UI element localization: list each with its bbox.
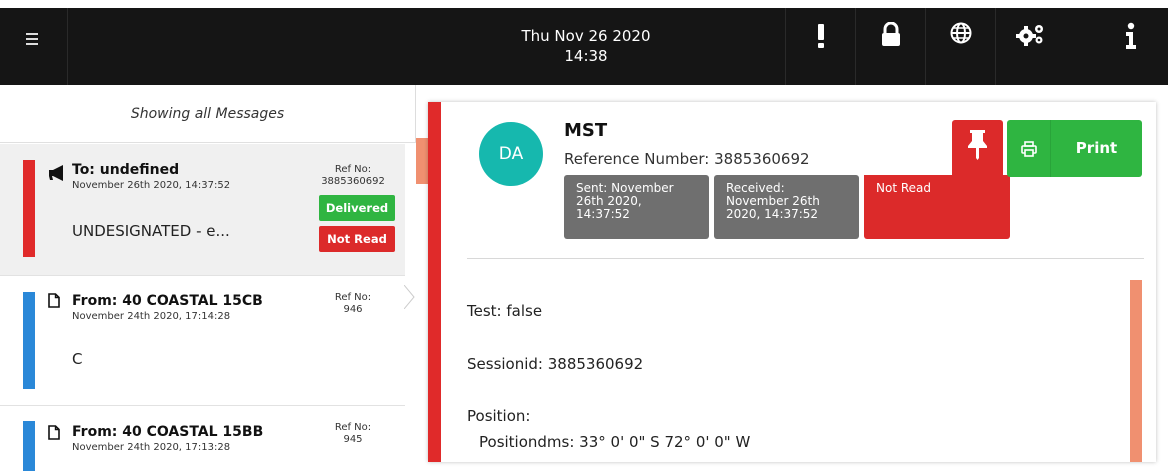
document-icon <box>48 425 60 440</box>
ref-label: Ref No: <box>334 292 372 303</box>
info-icon <box>1125 22 1136 49</box>
reference-number: Reference Number: 3885360692 <box>564 150 810 168</box>
settings-icon <box>1015 25 1043 46</box>
message-timestamp: November 26th 2020, 14:37:52 <box>72 180 231 191</box>
message-preview: UNDESIGNATED - e... <box>72 222 230 240</box>
list-item[interactable]: To: undefined November 26th 2020, 14:37:… <box>0 144 405 276</box>
top-bar: Thu Nov 26 2020 14:38 <box>0 8 1168 85</box>
message-color-bar <box>23 421 35 471</box>
message-preview: C <box>72 350 83 368</box>
ref-label: Ref No: <box>334 422 372 433</box>
delivered-badge: Delivered <box>319 195 395 221</box>
ref-value: 3885360692 <box>321 176 385 187</box>
message-color-bar <box>23 160 35 257</box>
message-timestamp: November 24th 2020, 17:14:28 <box>72 311 231 322</box>
document-icon <box>48 293 60 308</box>
globe-icon <box>950 22 971 44</box>
settings-button[interactable] <box>995 8 1065 85</box>
current-date: Thu Nov 26 2020 <box>521 27 651 45</box>
ref-value: 945 <box>343 434 363 445</box>
lock-icon <box>881 22 900 46</box>
print-label: Print <box>1075 139 1118 157</box>
pin-icon <box>968 130 987 160</box>
received-chip: Received: November 26th 2020, 14:37:52 <box>714 175 859 239</box>
list-item[interactable]: From: 40 COASTAL 15BB November 24th 2020… <box>0 406 405 471</box>
list-item[interactable]: From: 40 COASTAL 15CB November 24th 2020… <box>0 276 405 406</box>
message-list-panel: Showing all Messages To: undefined Novem… <box>0 85 416 471</box>
positiondms-field: Positiondms: 33° 0' 0" S 72° 0' 0" W <box>479 433 751 451</box>
not-read-badge: Not Read <box>319 226 395 252</box>
print-button[interactable]: Print <box>1007 120 1142 177</box>
lock-button[interactable] <box>855 8 925 85</box>
ref-number: Ref No: 945 <box>313 422 393 446</box>
list-heading: Showing all Messages <box>0 85 416 143</box>
list-scroll-indicator[interactable] <box>416 138 428 184</box>
megaphone-icon <box>49 165 63 181</box>
globe-button[interactable] <box>925 8 995 85</box>
test-field: Test: false <box>467 302 543 320</box>
message-detail-panel: DA MST Reference Number: 3885360692 Sent… <box>428 102 1156 462</box>
message-sender: From: 40 COASTAL 15CB <box>72 293 263 309</box>
alert-icon <box>817 24 824 48</box>
status-chip: Not Read <box>864 175 1010 239</box>
message-timestamp: November 24th 2020, 17:13:28 <box>72 442 231 453</box>
sent-chip: Sent: November 26th 2020, 14:37:52 <box>564 175 709 239</box>
divider <box>467 258 1144 259</box>
detail-scroll-indicator[interactable] <box>1130 280 1142 462</box>
message-recipient: To: undefined <box>72 162 180 178</box>
message-sender: From: 40 COASTAL 15BB <box>72 424 264 440</box>
ref-value: 946 <box>343 304 363 315</box>
current-time: 14:38 <box>564 47 608 65</box>
ref-label: Ref No: <box>334 164 372 175</box>
position-label: Position: <box>467 407 531 425</box>
printer-icon <box>1007 120 1051 177</box>
message-color-bar <box>23 292 35 389</box>
alert-button[interactable] <box>785 8 855 85</box>
avatar: DA <box>479 122 543 186</box>
sessionid-field: Sessionid: 3885360692 <box>467 355 644 373</box>
menu-icon[interactable] <box>0 8 68 85</box>
ref-number: Ref No: 3885360692 <box>313 164 393 188</box>
message-title: MST <box>564 120 608 141</box>
date-time: Thu Nov 26 2020 14:38 <box>480 26 692 66</box>
pin-button[interactable] <box>952 120 1003 176</box>
ref-number: Ref No: 946 <box>313 292 393 316</box>
info-button[interactable] <box>1093 8 1168 85</box>
selected-caret-icon <box>404 285 415 309</box>
